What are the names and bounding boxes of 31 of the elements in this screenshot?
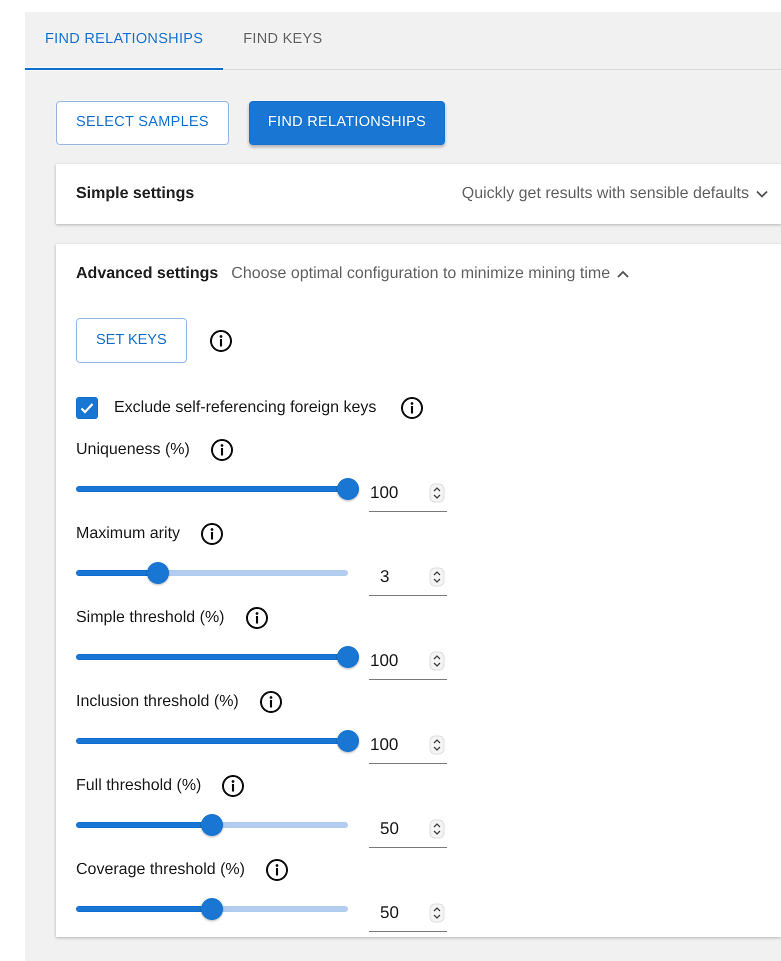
number-field[interactable]: 100 — [369, 474, 429, 512]
number-field[interactable]: 100 — [369, 726, 429, 764]
panel-subtitle: Choose optimal configuration to minimize mining time — [231, 264, 610, 284]
tab[interactable]: FIND KEYS — [223, 12, 342, 70]
checkbox[interactable] — [76, 397, 98, 419]
info-icon[interactable] — [264, 858, 289, 882]
number-field[interactable]: 100 — [369, 642, 429, 680]
slider-label: Maximum arity — [76, 524, 180, 544]
slider-label: Uniqueness (%) — [76, 440, 190, 460]
number-field[interactable]: 50 — [369, 810, 429, 848]
select-samples-button[interactable]: SELECT SAMPLES — [56, 101, 229, 145]
info-icon[interactable] — [258, 690, 283, 714]
number-field[interactable]: 50 — [369, 894, 429, 932]
info-icon[interactable] — [400, 396, 424, 420]
info-icon[interactable] — [200, 522, 224, 546]
panel-title[interactable]: Advanced settings — [76, 262, 218, 286]
panel-subtitle: Quickly get results with sensible defaults — [462, 184, 749, 204]
slider-label: Coverage threshold (%) — [76, 860, 245, 880]
panel-title[interactable]: Simple settings — [76, 182, 194, 206]
slider-label: Inclusion threshold (%) — [76, 692, 239, 712]
slider-label: Simple threshold (%) — [76, 608, 224, 628]
info-icon[interactable] — [221, 774, 246, 798]
info-icon[interactable] — [208, 328, 233, 352]
slider-label: Full threshold (%) — [76, 776, 202, 796]
set-keys-button[interactable]: SET KEYS — [76, 318, 187, 363]
checkbox-label: Exclude self-referencing foreign keys — [114, 398, 376, 418]
info-icon[interactable] — [210, 438, 234, 462]
find-relationships-button[interactable]: FIND RELATIONSHIPS — [248, 101, 446, 145]
info-icon[interactable] — [244, 606, 268, 630]
tab[interactable]: FIND RELATIONSHIPS — [25, 12, 224, 70]
number-field[interactable]: 3 — [369, 558, 429, 596]
